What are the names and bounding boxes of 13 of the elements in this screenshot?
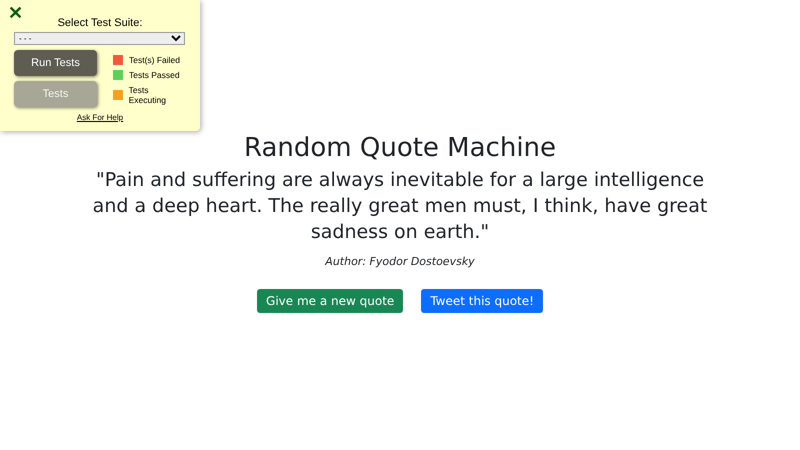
suite-select[interactable]: - - - <box>14 32 185 45</box>
panel-title: Select Test Suite: <box>56 17 144 29</box>
close-button[interactable]: ✕ <box>8 2 23 24</box>
quote-text: "Pain and suffering are always inevitable for a large intelligence and a deep heart. The really great men must, I think, have great sadness on earth." <box>92 168 708 245</box>
test-button[interactable]: Run Tests <box>14 50 97 76</box>
tweet-button[interactable]: Tweet this quote! <box>421 289 543 313</box>
legend-label: Tests Passed <box>129 70 180 80</box>
page-title: Random Quote Machine <box>244 132 556 165</box>
legend-label: Tests Executing <box>128 85 167 105</box>
quote-author: Author: Fyodor Dostoevsky <box>325 255 475 268</box>
help-link[interactable]: Ask For Help <box>14 113 186 122</box>
legend-label: Test(s) Failed <box>129 55 180 65</box>
new-quote-button[interactable]: Give me a new quote <box>257 289 404 313</box>
